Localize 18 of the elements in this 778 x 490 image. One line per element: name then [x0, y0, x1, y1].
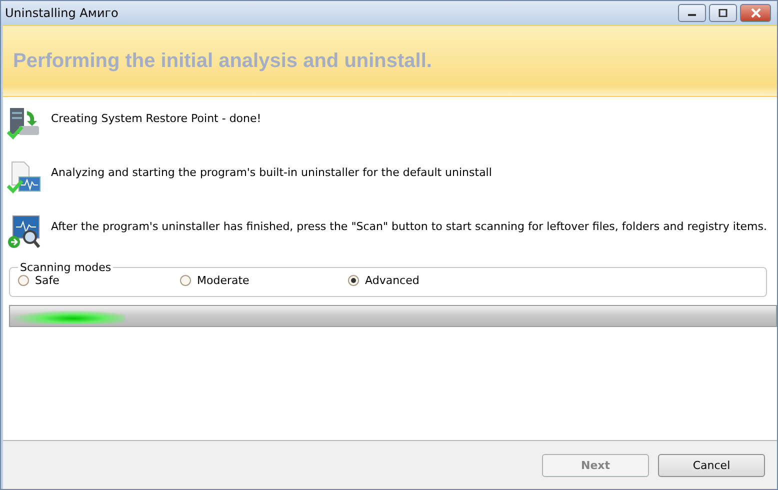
step-text: Analyzing and starting the program's built-in uninstaller for the default uninstall: [51, 166, 492, 178]
radio-option[interactable]: Advanced: [348, 274, 510, 287]
group-legend: Scanning modes: [18, 261, 114, 274]
maximize-icon: [718, 9, 728, 17]
minimize-button[interactable]: [678, 4, 706, 22]
document-check-icon: [7, 161, 41, 195]
close-icon: [750, 8, 762, 18]
banner-heading: Performing the initial analysis and uninstall.: [13, 50, 432, 72]
monitor-magnifier-icon: [7, 215, 41, 249]
window-title: Uninstalling Амиго: [5, 6, 118, 20]
dialog-button[interactable]: Cancel: [658, 454, 765, 476]
step-text: Creating System Restore Point - done!: [51, 112, 262, 124]
radio-option[interactable]: Safe: [18, 274, 180, 287]
step-text: After the program's uninstaller has finished, press the "Scan" button to start scanning for leftover files, folders and registry items.: [51, 220, 767, 232]
close-button[interactable]: [740, 4, 771, 22]
maximize-button[interactable]: [709, 4, 737, 22]
server-check-icon: [7, 107, 41, 141]
radio-option[interactable]: Moderate: [180, 274, 348, 287]
